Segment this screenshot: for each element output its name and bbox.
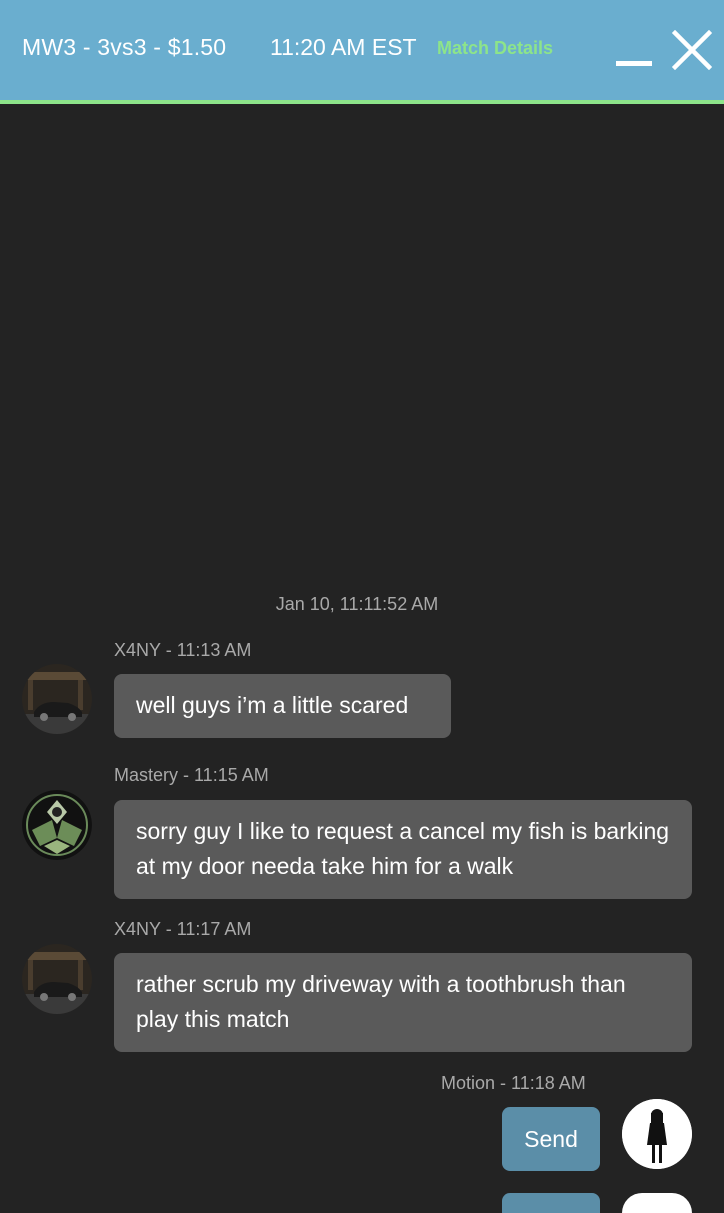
silhouette-avatar[interactable]	[622, 1099, 692, 1169]
car-avatar[interactable]	[22, 664, 92, 734]
message-meta: X4NY - 11:17 AM	[114, 919, 252, 939]
minimize-icon[interactable]	[614, 30, 654, 70]
match-time: 11:20 AM EST	[270, 34, 417, 60]
date-divider: Jan 10, 11:11:52 AM	[275, 594, 439, 614]
next-message-avatar	[622, 1193, 692, 1213]
close-icon[interactable]	[671, 29, 713, 71]
next-message-bubble	[502, 1193, 600, 1213]
car-avatar[interactable]	[22, 944, 92, 1014]
message-bubble: well guys i’m a little scared	[114, 674, 451, 738]
match-title: MW3 - 3vs3 - $1.50	[22, 34, 227, 60]
message-meta: Mastery - 11:15 AM	[114, 765, 269, 785]
message-meta: X4NY - 11:13 AM	[114, 640, 252, 660]
message-bubble: rather scrub my driveway with a toothbru…	[114, 953, 692, 1052]
message-meta: Motion - 11:18 AM	[441, 1073, 586, 1093]
emblem-avatar[interactable]	[22, 790, 92, 860]
match-details-link[interactable]: Match Details	[437, 38, 553, 59]
send-button[interactable]: Send	[502, 1107, 600, 1171]
message-bubble: sorry guy I like to request a cancel my …	[114, 800, 692, 899]
chat-header: MW3 - 3vs3 - $1.50 11:20 AM EST Match De…	[0, 0, 724, 104]
